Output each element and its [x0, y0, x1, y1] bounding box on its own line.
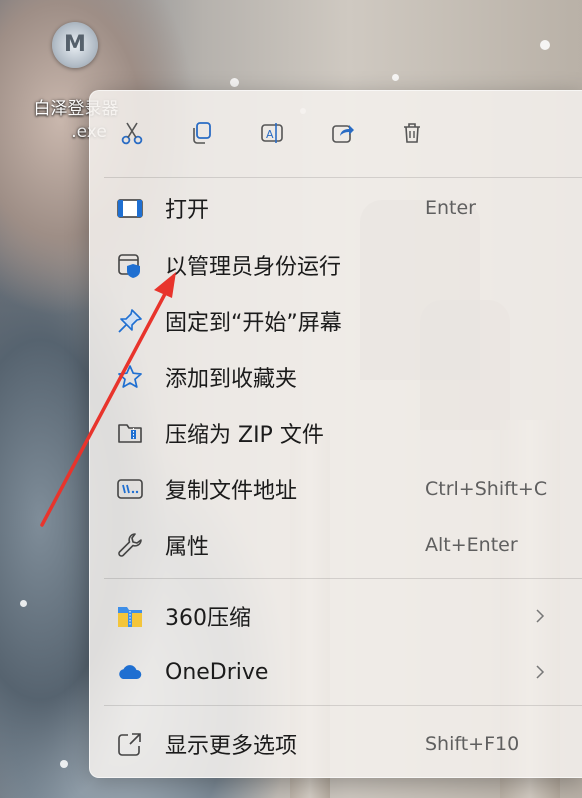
annotation-arrow — [40, 272, 176, 527]
